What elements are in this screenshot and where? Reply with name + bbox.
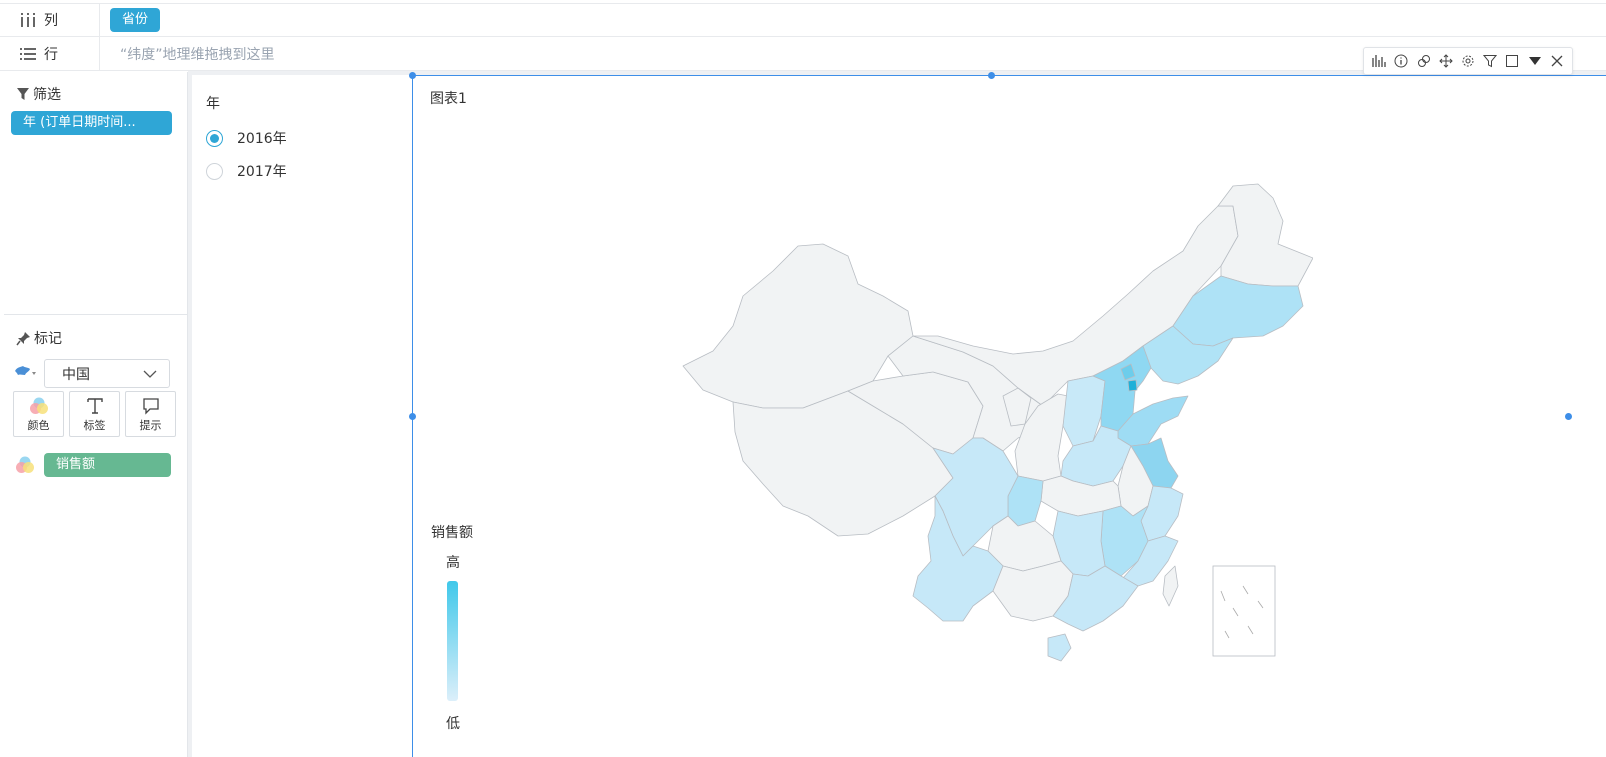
close-icon[interactable] <box>1548 52 1566 70</box>
color-mark-button[interactable]: 颜色 <box>13 391 64 437</box>
resize-handle[interactable] <box>409 72 416 79</box>
radio-selected-icon[interactable] <box>206 129 223 147</box>
resize-handle[interactable] <box>988 72 995 79</box>
column-label: 列 <box>44 13 58 29</box>
comment-icon <box>142 395 160 417</box>
pin-icon <box>16 331 30 345</box>
row-drop-placeholder[interactable]: “纬度”地理维拖拽到这里 <box>120 44 275 64</box>
color-icon <box>29 395 49 417</box>
color-mark-label: 颜色 <box>27 419 50 432</box>
row-label: 行 <box>44 46 58 63</box>
move-icon[interactable] <box>1437 52 1455 70</box>
filter-title-text: 筛选 <box>33 87 61 103</box>
filter-icon <box>17 88 29 100</box>
legend-high-label: 高 <box>446 555 460 571</box>
sales-measure-pill[interactable]: 销售额 <box>44 453 171 477</box>
color-legend: 销售额 高 低 <box>431 522 491 732</box>
info-icon[interactable] <box>1392 52 1410 70</box>
settings-icon[interactable] <box>1459 52 1477 70</box>
chart-type-icon[interactable] <box>1370 52 1388 70</box>
column-shelf-label: 列 <box>0 4 100 36</box>
chart-toolbar <box>1363 47 1573 75</box>
province-taiwan <box>1162 565 1179 607</box>
label-mark-button[interactable]: 标签 <box>69 391 120 437</box>
link-icon[interactable] <box>1415 52 1433 70</box>
filter-icon[interactable] <box>1481 52 1499 70</box>
label-mark-label: 标签 <box>83 419 106 432</box>
map-type-row: 中国 <box>14 359 170 388</box>
rows-icon <box>20 47 36 60</box>
province-field-pill[interactable]: 省份 <box>110 8 161 32</box>
tooltip-mark-button[interactable]: 提示 <box>125 391 176 437</box>
dropdown-icon[interactable] <box>1526 52 1544 70</box>
color-encoding-icon <box>16 456 34 473</box>
map-region-select[interactable]: 中国 <box>44 359 170 388</box>
mark-buttons: 颜色 标签 提示 <box>13 391 176 437</box>
chart-title: 图表1 <box>430 91 467 107</box>
map-chart[interactable]: 图表1 销售额 高 低 <box>409 47 1606 757</box>
map-type-icon[interactable] <box>14 364 38 384</box>
year-filter-title: 年 <box>206 96 220 112</box>
legend-low-label: 低 <box>446 716 460 732</box>
year-option-2017[interactable]: 2017年 <box>206 161 287 181</box>
resize-handle[interactable] <box>409 413 416 420</box>
chevron-down-icon <box>143 370 157 378</box>
mark-section-title: 标记 <box>4 328 62 348</box>
columns-icon <box>21 13 35 27</box>
left-panel: 筛选 年 (订单日期时间... 标记 中国 颜色 标签 提示 销售额 <box>4 72 188 757</box>
row-shelf-label: 行 <box>0 37 100 70</box>
maximize-icon[interactable] <box>1503 52 1521 70</box>
legend-gradient-bar <box>447 581 458 701</box>
tooltip-mark-label: 提示 <box>139 419 162 432</box>
mark-title-text: 标记 <box>34 331 62 347</box>
year-filter-panel: 年 2016年 2017年 <box>192 75 408 757</box>
china-map[interactable] <box>673 176 1313 696</box>
year-option-label: 2017年 <box>237 164 287 180</box>
year-option-2016[interactable]: 2016年 <box>206 128 287 148</box>
filter-section-title: 筛选 <box>4 84 61 104</box>
map-region-value: 中国 <box>62 366 90 383</box>
radio-unselected-icon[interactable] <box>206 162 223 180</box>
resize-handle[interactable] <box>1565 413 1572 420</box>
year-filter-pill[interactable]: 年 (订单日期时间... <box>11 111 172 135</box>
column-shelf[interactable]: 列 省份 <box>0 3 1606 37</box>
sales-measure-row: 销售额 <box>15 453 171 477</box>
province-tianjin <box>1127 379 1138 392</box>
province-hainan <box>1047 633 1072 662</box>
text-icon <box>86 395 104 417</box>
year-option-label: 2016年 <box>237 131 287 147</box>
south-china-sea-inset <box>1212 565 1276 657</box>
panel-divider <box>4 314 187 315</box>
legend-title: 销售额 <box>431 525 473 541</box>
